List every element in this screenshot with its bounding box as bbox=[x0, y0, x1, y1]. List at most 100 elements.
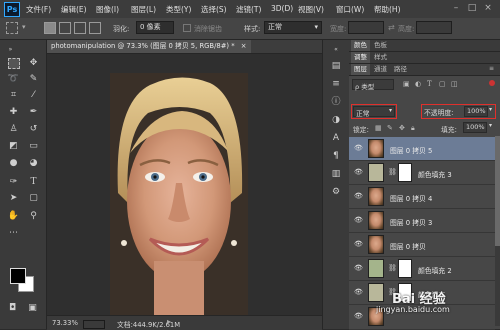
collapse-icon[interactable]: « bbox=[329, 44, 343, 56]
width-input[interactable] bbox=[348, 21, 384, 34]
canvas-area[interactable] bbox=[47, 54, 322, 315]
dodge-icon[interactable]: ◕ bbox=[27, 157, 40, 169]
layers-scrollbar-thumb[interactable] bbox=[495, 136, 500, 246]
paragraph-icon[interactable]: ¶ bbox=[329, 150, 343, 162]
swap-icon[interactable]: ⇄ bbox=[388, 23, 395, 32]
layer-row[interactable]: 👁︎ ⛓︎ 颜色填充 3 bbox=[349, 161, 495, 185]
hand-icon[interactable]: ✋ bbox=[7, 210, 20, 222]
blur-icon[interactable]: ● bbox=[7, 157, 20, 169]
eye-icon[interactable]: 👁︎ bbox=[354, 312, 363, 320]
eye-icon[interactable]: 👁︎ bbox=[354, 144, 363, 152]
collapse-icon[interactable]: » bbox=[4, 44, 17, 56]
layer-mask-thumbnail[interactable] bbox=[398, 259, 412, 278]
lock-position-icon[interactable]: ✥ bbox=[399, 124, 405, 132]
tab-color[interactable]: 颜色 bbox=[351, 40, 370, 51]
menu-type[interactable]: 类型(Y) bbox=[166, 4, 191, 15]
layer-row[interactable]: 👁︎ 图层 0 拷贝 5 bbox=[349, 137, 495, 161]
tab-layers[interactable]: 图层 bbox=[351, 64, 370, 75]
lock-transparent-icon[interactable]: ▦ bbox=[375, 124, 382, 132]
eraser-icon[interactable]: ◩ bbox=[7, 140, 20, 152]
menu-3d[interactable]: 3D(D) bbox=[271, 4, 293, 13]
tab-paths[interactable]: 路径 bbox=[391, 64, 410, 75]
menu-filter[interactable]: 滤镜(T) bbox=[236, 4, 261, 15]
link-icon[interactable]: ⛓︎ bbox=[388, 264, 397, 272]
layer-mask-thumbnail[interactable] bbox=[398, 163, 412, 182]
tool-presets-icon[interactable]: ⚙ bbox=[329, 186, 343, 198]
feather-input[interactable]: 0 像素 bbox=[136, 21, 174, 34]
zoom-icon[interactable]: ⚲ bbox=[27, 210, 40, 222]
new-selection-icon[interactable] bbox=[44, 22, 56, 34]
filter-adjust-icon[interactable]: ◐ bbox=[415, 80, 421, 88]
maximize-icon[interactable]: □ bbox=[466, 3, 478, 14]
style-select[interactable]: 正常 ▾ bbox=[264, 21, 322, 34]
antialias-checkbox[interactable] bbox=[183, 24, 191, 32]
tab-channels[interactable]: 通道 bbox=[371, 64, 390, 75]
eye-icon[interactable]: 👁︎ bbox=[354, 216, 363, 224]
layer-row[interactable]: 👁︎ 图层 0 拷贝 bbox=[349, 233, 495, 257]
add-selection-icon[interactable] bbox=[59, 22, 71, 34]
eyedropper-icon[interactable]: ⁄ bbox=[27, 89, 40, 101]
menu-help[interactable]: 帮助(H) bbox=[374, 4, 401, 15]
layer-comps-icon[interactable]: ▥ bbox=[329, 168, 343, 180]
filter-shape-icon[interactable]: ▢ bbox=[439, 80, 446, 88]
intersect-selection-icon[interactable] bbox=[89, 22, 101, 34]
pen-icon[interactable]: ✑ bbox=[7, 176, 20, 188]
status-menu-icon[interactable]: ▸ bbox=[167, 317, 171, 326]
menu-select[interactable]: 选择(S) bbox=[201, 4, 227, 15]
chevron-down-icon[interactable]: ▾ bbox=[22, 23, 26, 31]
properties-icon[interactable]: ≡ bbox=[329, 78, 343, 90]
eye-icon[interactable]: 👁︎ bbox=[354, 192, 363, 200]
eye-icon[interactable]: 👁︎ bbox=[354, 168, 363, 176]
portrait-photo[interactable] bbox=[110, 73, 248, 315]
character-icon[interactable]: A bbox=[329, 132, 343, 144]
history-brush-icon[interactable]: ↺ bbox=[27, 123, 40, 135]
document-tab[interactable]: photomanipulation @ 73.3% (图层 0 拷贝 5, RG… bbox=[47, 40, 251, 53]
link-icon[interactable]: ⛓︎ bbox=[388, 168, 397, 176]
fill-input[interactable]: 100% bbox=[463, 122, 487, 133]
minimize-icon[interactable]: – bbox=[450, 3, 462, 14]
menu-image[interactable]: 图像(I) bbox=[96, 4, 119, 15]
crop-icon[interactable]: ⌗ bbox=[7, 89, 20, 101]
layers-scrollbar[interactable] bbox=[495, 136, 500, 326]
filter-image-icon[interactable]: ▣ bbox=[403, 80, 410, 88]
lock-all-icon[interactable]: 🔒︎ bbox=[411, 124, 415, 133]
menu-file[interactable]: 文件(F) bbox=[26, 4, 51, 15]
brush-icon[interactable]: ✒ bbox=[27, 106, 40, 118]
healing-brush-icon[interactable]: ✚ bbox=[7, 106, 20, 118]
eye-icon[interactable]: 👁︎ bbox=[354, 240, 363, 248]
menu-layer[interactable]: 图层(L) bbox=[131, 4, 156, 15]
quick-mask-icon[interactable]: ◘ bbox=[6, 302, 19, 314]
lock-pixels-icon[interactable]: ✎ bbox=[387, 124, 393, 132]
opacity-slider-icon[interactable]: ▾ bbox=[489, 106, 492, 113]
quick-select-icon[interactable]: ✎ bbox=[27, 73, 40, 85]
menu-view[interactable]: 视图(V) bbox=[298, 4, 324, 15]
gradient-icon[interactable]: ▭ bbox=[27, 140, 40, 152]
layer-filter-select[interactable]: ρ 类型 bbox=[352, 79, 394, 91]
layer-row[interactable]: 👁︎ ⛓︎ 颜色填充 2 bbox=[349, 257, 495, 281]
menu-edit[interactable]: 编辑(E) bbox=[61, 4, 87, 15]
subtract-selection-icon[interactable] bbox=[74, 22, 86, 34]
zoom-level[interactable]: 73.33% bbox=[52, 319, 78, 327]
marquee-icon[interactable] bbox=[8, 58, 20, 69]
screen-mode-icon[interactable]: ▣ bbox=[26, 302, 39, 314]
tab-swatches[interactable]: 色板 bbox=[371, 40, 390, 51]
close-icon[interactable]: × bbox=[482, 3, 494, 14]
layer-row[interactable]: 👁︎ 图层 0 拷贝 3 bbox=[349, 209, 495, 233]
fill-slider-icon[interactable]: ▾ bbox=[489, 122, 492, 129]
opacity-input[interactable]: 100% bbox=[464, 106, 488, 117]
blend-mode-select[interactable]: 正常 ▾ bbox=[353, 106, 395, 118]
foreground-color-swatch[interactable] bbox=[10, 268, 26, 284]
filter-toggle-icon[interactable] bbox=[489, 80, 495, 86]
tab-styles[interactable]: 样式 bbox=[371, 52, 390, 63]
height-input[interactable] bbox=[416, 21, 452, 34]
info-icon[interactable]: ⓘ bbox=[329, 96, 343, 108]
filter-smart-icon[interactable]: ◫ bbox=[451, 80, 458, 88]
brush-preset-icon[interactable]: ◑ bbox=[329, 114, 343, 126]
lasso-icon[interactable]: ➰ bbox=[7, 73, 20, 85]
layer-row[interactable]: 👁︎ 图层 0 拷贝 4 bbox=[349, 185, 495, 209]
menu-window[interactable]: 窗口(W) bbox=[336, 4, 364, 15]
path-select-icon[interactable]: ➤ bbox=[7, 192, 20, 204]
eye-icon[interactable]: 👁︎ bbox=[354, 288, 363, 296]
more-tools-icon[interactable]: ⋯ bbox=[7, 227, 20, 239]
clone-stamp-icon[interactable]: ♙ bbox=[7, 123, 20, 135]
